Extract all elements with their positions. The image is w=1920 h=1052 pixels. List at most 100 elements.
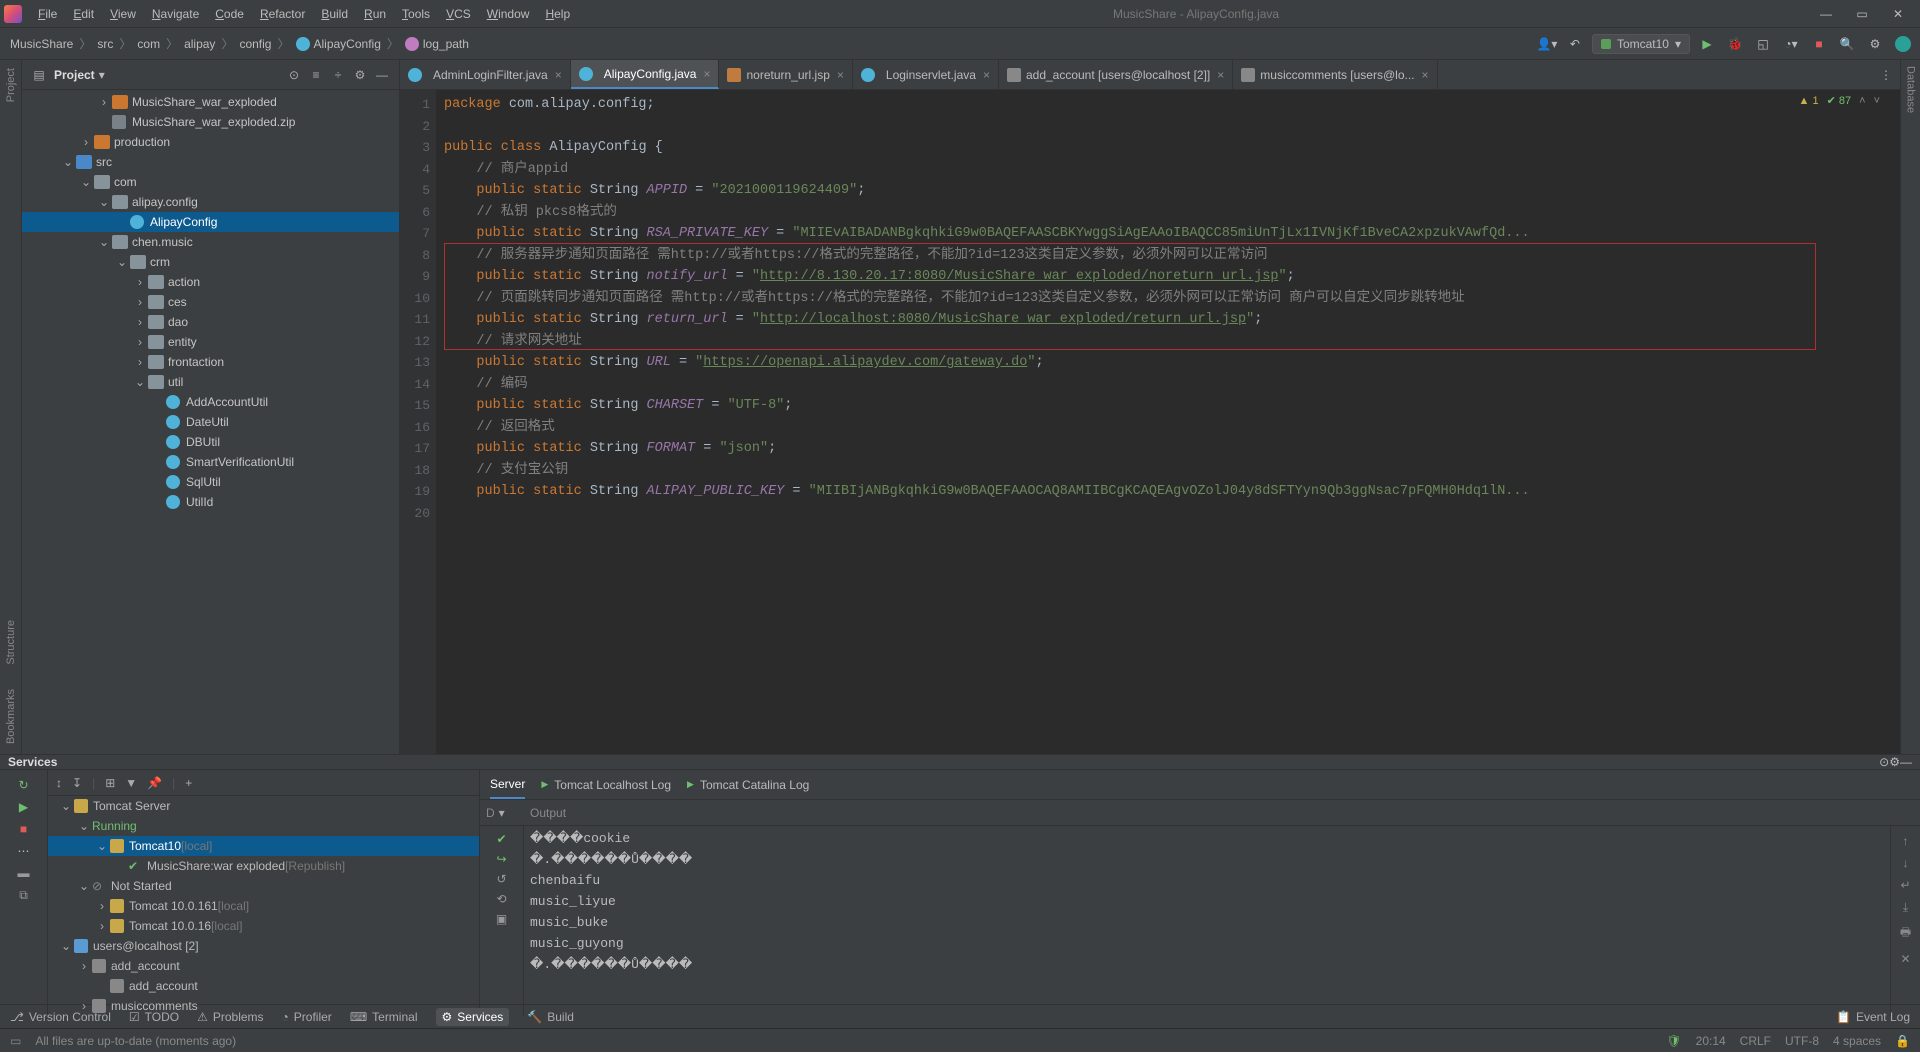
status-encoding[interactable]: UTF-8 xyxy=(1785,1034,1819,1048)
run-config-selector[interactable]: Tomcat10▾ xyxy=(1592,34,1690,54)
group-icon[interactable]: ⊞ xyxy=(105,776,115,790)
coverage-button[interactable]: ◱ xyxy=(1752,33,1774,55)
bottom-tab-version-control[interactable]: ⎇Version Control xyxy=(10,1010,111,1024)
services-more-icon[interactable]: ⋯ xyxy=(18,844,30,858)
add-config-icon[interactable]: 👤▾ xyxy=(1536,33,1558,55)
project-tree[interactable]: ›MusicShare_war_explodedMusicShare_war_e… xyxy=(22,90,399,754)
editor-code[interactable]: package com.alipay.config; public class … xyxy=(436,90,1900,754)
panel-settings-icon[interactable]: ⚙ xyxy=(349,68,371,82)
pin-icon[interactable]: 📌 xyxy=(147,776,162,790)
avatar-icon[interactable] xyxy=(1892,33,1914,55)
tree-item[interactable]: ⌄src xyxy=(22,152,399,172)
status-icon[interactable]: ▭ xyxy=(10,1034,21,1048)
tree-item[interactable]: ›MusicShare_war_exploded xyxy=(22,92,399,112)
close-button[interactable]: ✕ xyxy=(1886,7,1910,21)
tree-item[interactable]: ⌄util xyxy=(22,372,399,392)
service-item[interactable]: ⌄Running xyxy=(48,816,479,836)
menu-code[interactable]: Code xyxy=(207,7,252,21)
services-stop-icon[interactable]: ■ xyxy=(20,822,27,836)
breadcrumb[interactable]: com xyxy=(133,37,164,51)
tree-item[interactable]: ⌄alipay.config xyxy=(22,192,399,212)
deploy-dropdown-icon[interactable]: ▾ xyxy=(499,806,505,820)
breadcrumb[interactable]: log_path xyxy=(401,37,473,51)
profile-button[interactable]: ◔▾ xyxy=(1780,33,1802,55)
console-run-icon[interactable]: ↪ xyxy=(496,852,506,866)
console-ok-icon[interactable]: ✔ xyxy=(496,832,506,846)
service-item[interactable]: ›Tomcat 10.0.16 [local] xyxy=(48,916,479,936)
breadcrumb[interactable]: AlipayConfig xyxy=(292,37,385,51)
project-view-icon[interactable]: ▤ xyxy=(28,68,50,82)
tree-item[interactable]: MusicShare_war_exploded.zip xyxy=(22,112,399,132)
minimize-button[interactable]: — xyxy=(1814,7,1838,21)
bottom-tab-build[interactable]: 🔨Build xyxy=(527,1010,574,1024)
breadcrumb[interactable]: config xyxy=(235,37,275,51)
deploy-prev-icon[interactable]: D xyxy=(486,806,495,820)
menu-file[interactable]: File xyxy=(30,7,65,21)
back-icon[interactable]: ↶ xyxy=(1564,33,1586,55)
tree-item[interactable]: ›dao xyxy=(22,312,399,332)
editor-tab[interactable]: AdminLoginFilter.java× xyxy=(400,60,571,89)
server-tab[interactable]: ▶Tomcat Localhost Log xyxy=(541,778,671,792)
hide-panel-icon[interactable]: — xyxy=(371,68,393,82)
tree-item[interactable]: SmartVerificationUtil xyxy=(22,452,399,472)
services-filter-icon[interactable]: ▬ xyxy=(18,866,30,880)
menu-tools[interactable]: Tools xyxy=(394,7,438,21)
console-reload-icon[interactable]: ↺ xyxy=(496,872,506,886)
inspection-widget[interactable]: ▲ 1 ✔ 87 ˄˅ xyxy=(1799,94,1880,107)
menu-view[interactable]: View xyxy=(102,7,144,21)
select-opened-file-icon[interactable]: ⊙ xyxy=(283,68,305,82)
service-item[interactable]: ✔MusicShare:war exploded [Republish] xyxy=(48,856,479,876)
breadcrumb[interactable]: alipay xyxy=(180,37,219,51)
tree-item[interactable]: ⌄com xyxy=(22,172,399,192)
tree-item[interactable]: DBUtil xyxy=(22,432,399,452)
print-icon[interactable]: 🖶 xyxy=(1900,923,1911,944)
bottom-tab-problems[interactable]: ⚠Problems xyxy=(197,1010,263,1024)
menu-navigate[interactable]: Navigate xyxy=(144,7,207,21)
tree-item[interactable]: ›production xyxy=(22,132,399,152)
clear-icon[interactable]: ✕ xyxy=(1900,952,1910,966)
tree-item[interactable]: ⌄crm xyxy=(22,252,399,272)
console-refresh-icon[interactable]: ⟲ xyxy=(496,892,506,906)
services-settings-icon[interactable]: ⚙ xyxy=(1889,755,1900,769)
add-service-icon[interactable]: + xyxy=(185,776,192,790)
server-tab[interactable]: ▶Tomcat Catalina Log xyxy=(687,778,809,792)
menu-vcs[interactable]: VCS xyxy=(438,7,479,21)
bookmarks-tool-button[interactable]: Bookmarks xyxy=(5,689,17,744)
menu-refactor[interactable]: Refactor xyxy=(252,7,313,21)
expand-icon[interactable]: ↕ xyxy=(56,776,62,790)
project-tool-button[interactable]: Project xyxy=(5,68,17,102)
bottom-tab-todo[interactable]: ☑TODO xyxy=(129,1010,179,1024)
tree-item[interactable]: ›ces xyxy=(22,292,399,312)
filter-icon[interactable]: ▼ xyxy=(125,776,137,790)
tree-item[interactable]: SqlUtil xyxy=(22,472,399,492)
service-item[interactable]: ⌄Tomcat10 [local] xyxy=(48,836,479,856)
tree-item[interactable]: AddAccountUtil xyxy=(22,392,399,412)
console-output[interactable]: ����cookie�.������Ů����chenbaifumusic_li… xyxy=(524,826,1890,1016)
debug-button[interactable]: 🐞 xyxy=(1724,33,1746,55)
services-hide-icon[interactable]: — xyxy=(1900,755,1912,769)
editor-tab[interactable]: AlipayConfig.java× xyxy=(571,60,720,89)
menu-run[interactable]: Run xyxy=(356,7,394,21)
tree-item[interactable]: ›action xyxy=(22,272,399,292)
server-tab[interactable]: Server xyxy=(490,770,525,799)
menu-window[interactable]: Window xyxy=(479,7,538,21)
collapse-icon[interactable]: ↧ xyxy=(72,776,82,790)
services-run-icon[interactable]: ↻ xyxy=(18,778,28,792)
tabs-more-icon[interactable]: ⋮ xyxy=(1872,68,1900,82)
services-tree-icon[interactable]: ⧉ xyxy=(19,888,28,903)
search-button[interactable]: 🔍 xyxy=(1836,33,1858,55)
menu-help[interactable]: Help xyxy=(537,7,578,21)
service-item[interactable]: ⌄Tomcat Server xyxy=(48,796,479,816)
shield-icon[interactable]: 🛡 xyxy=(1666,1034,1681,1048)
stop-button[interactable]: ■ xyxy=(1808,33,1830,55)
service-item[interactable]: add_account xyxy=(48,976,479,996)
console-copy-icon[interactable]: ▣ xyxy=(496,912,507,926)
editor-tab[interactable]: musiccomments [users@lo...× xyxy=(1233,60,1437,89)
database-tool-button[interactable]: Database xyxy=(1905,66,1917,113)
tree-item[interactable]: DateUtil xyxy=(22,412,399,432)
tree-item[interactable]: ›frontaction xyxy=(22,352,399,372)
menu-build[interactable]: Build xyxy=(313,7,356,21)
tree-item[interactable]: AlipayConfig xyxy=(22,212,399,232)
status-line-ending[interactable]: CRLF xyxy=(1740,1034,1771,1048)
bottom-tab-profiler[interactable]: ◔Profiler xyxy=(282,1010,332,1024)
